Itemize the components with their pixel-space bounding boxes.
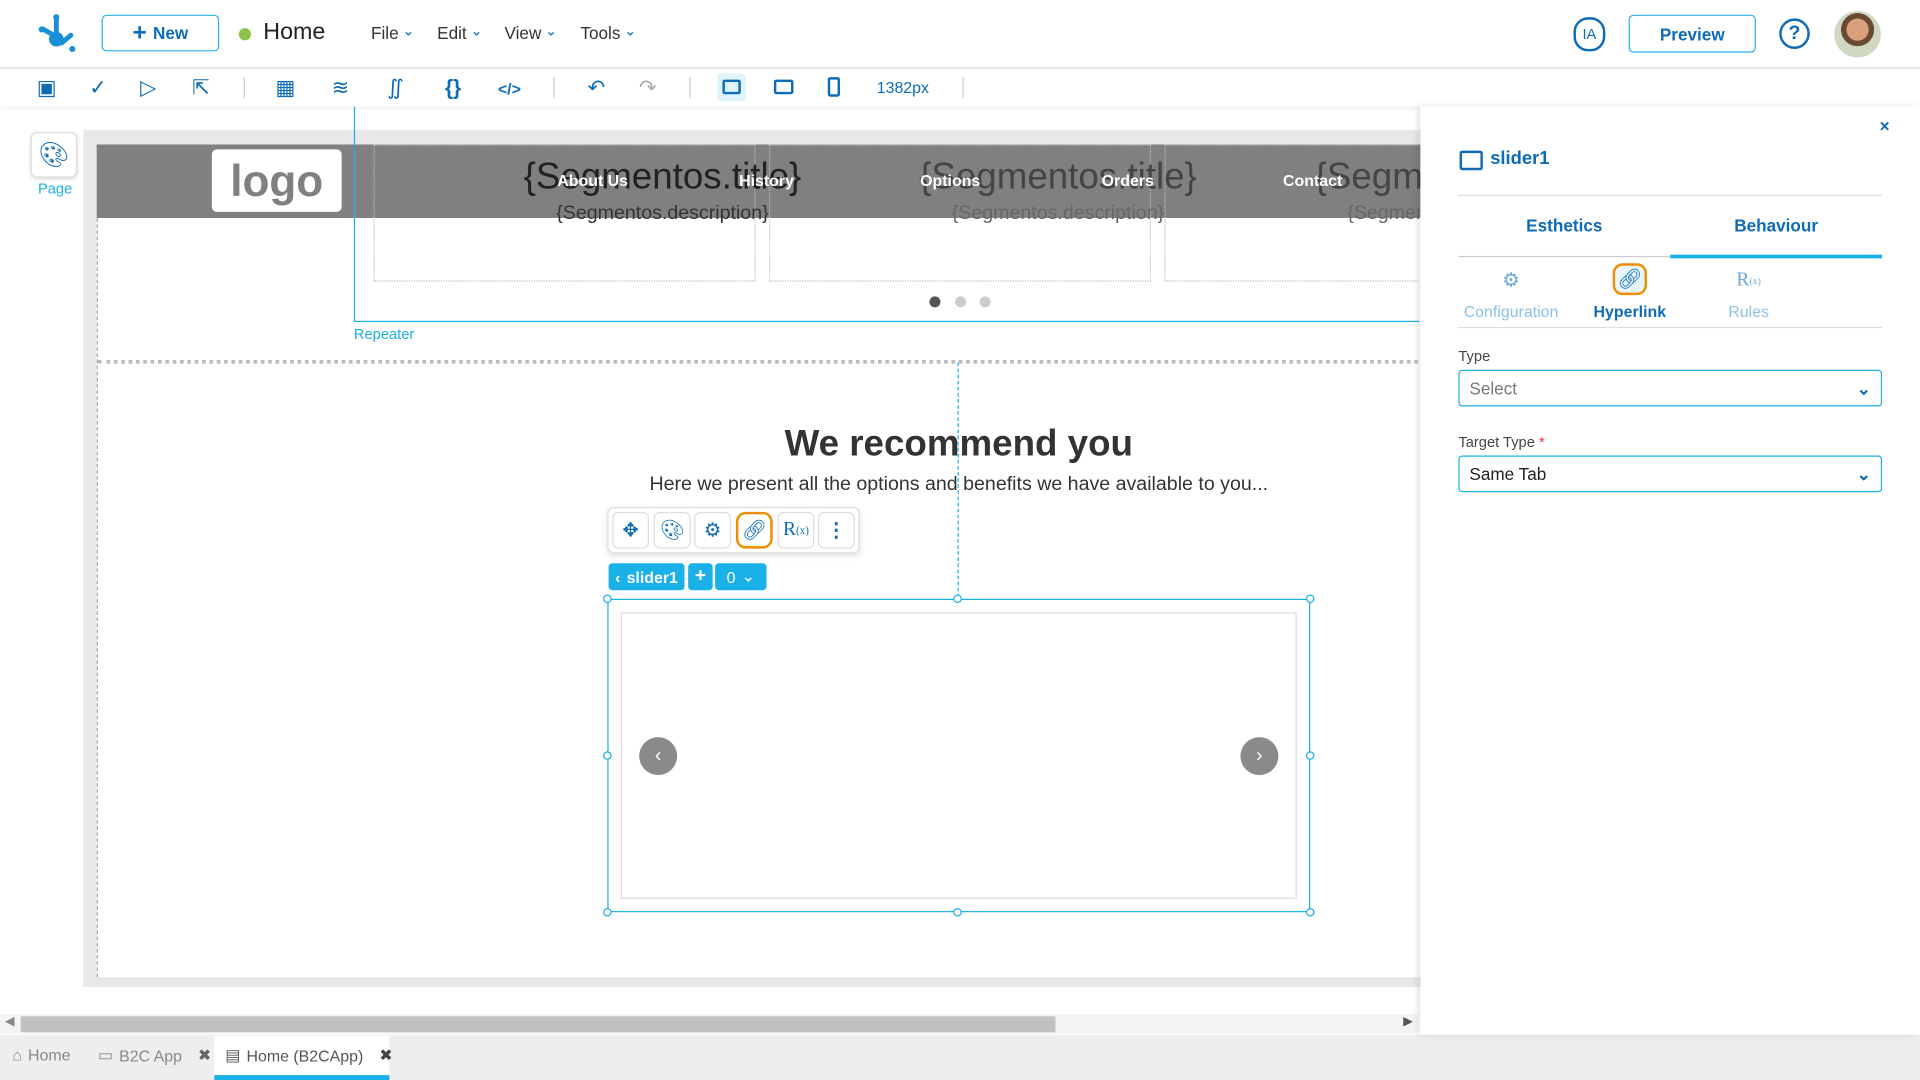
tab-home-b2capp-label[interactable]: ▤ Home (B2CApp) ✖ <box>225 1046 392 1066</box>
slider-tag[interactable]: ‹ slider1 <box>608 563 685 591</box>
page-styles-button[interactable]: 🎨︎ <box>30 132 78 178</box>
chevron-down-icon: ⌄ <box>1856 377 1872 398</box>
play-icon[interactable]: ▷ <box>135 76 162 100</box>
chevron-left-icon: ‹ <box>615 567 621 586</box>
chevron-down-icon: ⌄ <box>1856 463 1872 484</box>
new-button[interactable]: + New <box>101 14 220 52</box>
page-icon: ▤ <box>225 1045 241 1065</box>
resize-handle[interactable] <box>953 907 962 917</box>
scrollbar-thumb[interactable] <box>20 1016 1056 1033</box>
mobile-view-icon[interactable] <box>827 77 841 97</box>
desktop-view-button[interactable] <box>717 73 746 102</box>
folder-icon: ▭ <box>97 1045 114 1065</box>
resize-handle[interactable] <box>953 594 962 604</box>
tab-b2c-app[interactable]: ▭ B2C App ✖ <box>98 1046 211 1066</box>
subtab-rules[interactable]: Rules <box>1728 302 1769 320</box>
close-icon[interactable]: ✖ <box>379 1046 392 1066</box>
add-slide-button[interactable]: + <box>688 563 713 591</box>
scroll-right-icon[interactable]: ▶ <box>1403 1015 1412 1028</box>
menu-edit[interactable]: Edit <box>437 23 483 43</box>
palette-icon[interactable]: 🎨︎ <box>653 511 691 549</box>
settings-icon[interactable]: ⚙ <box>694 511 732 549</box>
user-avatar[interactable] <box>1834 11 1881 58</box>
target-type-label: Target Type * <box>1458 433 1545 451</box>
tab-behaviour[interactable]: Behaviour <box>1670 216 1882 236</box>
slide-index-dropdown[interactable]: 0 ⌄ <box>715 563 767 591</box>
section-subheading: Here we present all the options and bene… <box>649 473 1269 495</box>
hyperlink-icon[interactable]: 🔗︎ <box>1612 263 1647 296</box>
palette-icon: 🎨︎ <box>38 142 70 169</box>
separator <box>689 77 691 98</box>
divider <box>1458 194 1883 196</box>
resize-handle[interactable] <box>603 594 612 604</box>
hyperlink-icon[interactable]: 🔗︎ <box>735 511 773 549</box>
check-icon[interactable]: ✓ <box>84 76 111 100</box>
image-slider-icon <box>1459 150 1483 171</box>
separator <box>243 77 245 98</box>
components-icon[interactable]: ▦ <box>272 76 299 100</box>
separator <box>962 77 964 98</box>
type-select[interactable]: Select ⌄ <box>1458 369 1883 407</box>
menu-tools[interactable]: Tools <box>580 23 636 43</box>
resize-handle[interactable] <box>1305 594 1315 604</box>
slider-prev-button[interactable]: ‹ <box>639 737 678 776</box>
preview-button[interactable]: Preview <box>1628 14 1756 53</box>
resize-handle[interactable] <box>1305 751 1315 760</box>
code-icon[interactable]: </> <box>496 76 523 100</box>
section-heading: We recommend you <box>784 423 1133 465</box>
menu-file[interactable]: File <box>371 23 415 43</box>
type-label: Type <box>1458 347 1491 365</box>
close-icon[interactable]: ✖ <box>198 1046 211 1066</box>
tab-home[interactable]: ⌂ Home <box>12 1046 70 1064</box>
resize-handle[interactable] <box>603 907 612 917</box>
rules-icon[interactable]: R (x) <box>777 511 815 549</box>
app-logo-icon[interactable] <box>37 12 76 54</box>
width-readout: 1382px <box>876 78 929 97</box>
page-title: Home <box>263 19 326 46</box>
subtab-hyperlink[interactable]: Hyperlink <box>1594 302 1667 320</box>
separator <box>553 77 555 98</box>
repeater-label: Repeater <box>353 325 415 343</box>
divider <box>1458 326 1883 329</box>
panel-title: slider1 <box>1490 148 1550 169</box>
section-divider <box>97 360 1418 364</box>
help-icon[interactable]: ? <box>1779 18 1810 49</box>
plus-icon: + <box>132 18 147 46</box>
resize-handle[interactable] <box>603 751 612 760</box>
layers-icon[interactable]: ≋ <box>327 76 354 100</box>
connections-icon[interactable]: ∬ <box>382 76 409 100</box>
save-icon[interactable]: ▣ <box>33 76 60 100</box>
variables-icon[interactable]: {} <box>440 76 467 100</box>
subtab-configuration[interactable]: Configuration <box>1464 302 1559 320</box>
rules-icon[interactable]: R (x) <box>1730 267 1767 294</box>
resize-handle[interactable] <box>1305 907 1315 917</box>
close-panel-icon[interactable]: × <box>1880 116 1890 136</box>
ia-assistant-button[interactable]: IA <box>1573 17 1606 52</box>
tab-esthetics[interactable]: Esthetics <box>1458 216 1670 236</box>
redo-icon[interactable]: ↷ <box>634 76 661 100</box>
tablet-view-icon[interactable] <box>773 79 794 95</box>
chevron-down-icon: ⌄ <box>741 566 755 586</box>
configuration-icon[interactable]: ⚙ <box>1493 267 1530 294</box>
repeater-selection[interactable] <box>353 106 1420 323</box>
desktop-icon <box>722 79 741 95</box>
target-type-select[interactable]: Same Tab ⌄ <box>1458 455 1883 493</box>
export-icon[interactable]: ⇱ <box>187 76 214 100</box>
slider-next-button[interactable]: › <box>1240 737 1279 776</box>
slider-component[interactable] <box>620 612 1297 899</box>
move-icon[interactable]: ✥ <box>612 511 649 549</box>
menu-view[interactable]: View <box>504 23 557 43</box>
undo-icon[interactable]: ↶ <box>583 76 610 100</box>
more-options-icon[interactable]: ⋮ <box>817 511 855 549</box>
status-dot <box>238 28 252 41</box>
active-tab-indicator <box>1670 254 1883 259</box>
home-icon: ⌂ <box>12 1045 22 1065</box>
page-label: Page <box>37 180 73 198</box>
scroll-left-icon[interactable]: ◀ <box>5 1015 14 1028</box>
properties-panel <box>1420 106 1920 1035</box>
